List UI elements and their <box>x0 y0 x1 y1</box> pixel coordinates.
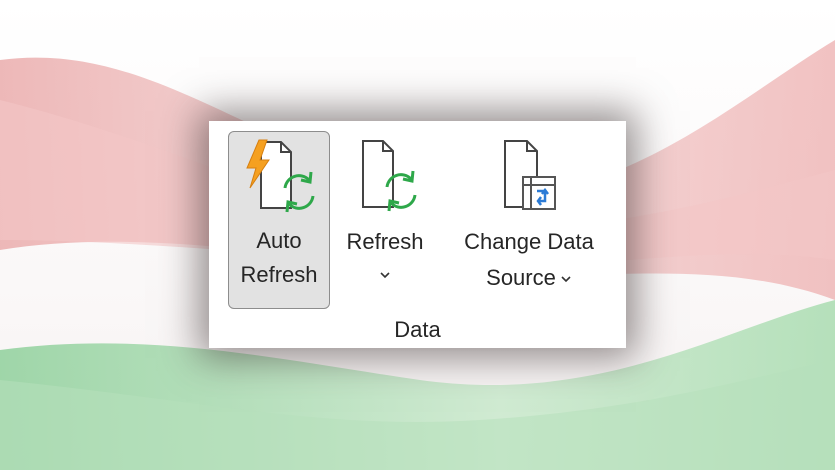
refresh-dropdown[interactable] <box>337 257 433 291</box>
auto-refresh-label-line2: Refresh <box>240 262 318 287</box>
refresh-icon <box>362 140 417 212</box>
refresh-button[interactable]: Refresh <box>337 131 433 309</box>
ribbon-data-group: Auto Refresh Refresh Change Data Source … <box>209 121 626 348</box>
auto-refresh-button[interactable]: Auto Refresh <box>228 131 330 309</box>
auto-refresh-label-line1: Auto <box>256 228 302 253</box>
chevron-down-icon <box>380 272 390 279</box>
change-data-source-button[interactable]: Change Data Source <box>443 131 615 309</box>
change-data-label-line2[interactable]: Source <box>443 261 615 295</box>
change-data-label-line1: Change Data <box>464 229 594 254</box>
group-label: Data <box>394 317 441 342</box>
change-data-source-label: Source <box>486 265 556 290</box>
refresh-label: Refresh <box>346 229 424 254</box>
change-data-source-icon <box>504 140 556 210</box>
chevron-down-icon <box>561 276 571 283</box>
auto-refresh-icon <box>246 139 315 213</box>
